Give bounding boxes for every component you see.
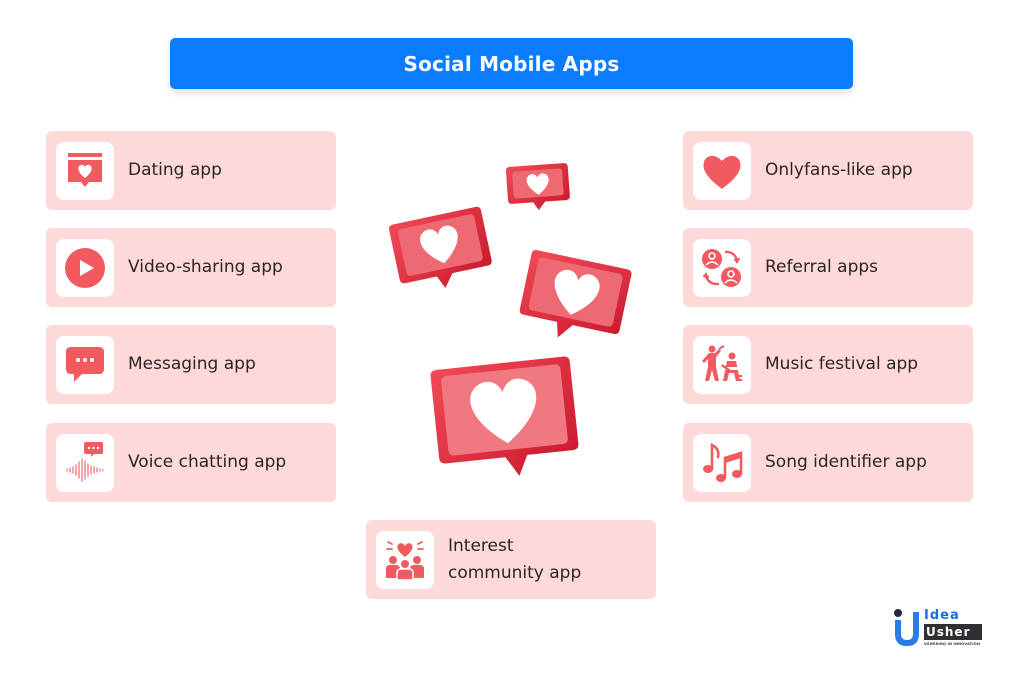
card-label: Voice chatting app bbox=[128, 452, 287, 472]
performers-icon bbox=[693, 335, 751, 394]
heart-bubble-large bbox=[430, 356, 579, 476]
card-dating-app: Dating app bbox=[46, 131, 336, 210]
idea-usher-logo: Idea Usher USHERING IN INNOVATION bbox=[892, 608, 984, 650]
logo-text-usher: Usher bbox=[924, 624, 982, 640]
chat-bubble-icon bbox=[56, 335, 114, 394]
community-heart-icon bbox=[376, 530, 434, 589]
card-messaging-app: Messaging app bbox=[46, 325, 336, 404]
heart-bubble-right bbox=[519, 250, 632, 338]
card-label: Video-sharing app bbox=[128, 257, 283, 277]
logo-text-idea: Idea bbox=[924, 608, 960, 623]
heart-icon bbox=[693, 141, 751, 200]
card-onlyfans-like-app: Onlyfans-like app bbox=[683, 131, 973, 210]
heart-bubble-small bbox=[505, 163, 570, 211]
card-referral-apps: Referral apps bbox=[683, 228, 973, 307]
card-label: Song identifier app bbox=[765, 452, 927, 472]
heart-bubble-left bbox=[389, 206, 492, 288]
title-banner: Social Mobile Apps bbox=[170, 38, 853, 89]
logo-mark-icon bbox=[894, 609, 919, 646]
dating-heart-chat-icon bbox=[56, 141, 114, 200]
play-button-icon bbox=[56, 238, 114, 297]
card-label: Interest community app bbox=[448, 535, 582, 583]
card-label: Music festival app bbox=[765, 354, 919, 374]
card-video-sharing-app: Video-sharing app bbox=[46, 228, 336, 307]
voice-wave-chat-icon bbox=[56, 433, 114, 492]
page-title: Social Mobile Apps bbox=[403, 51, 620, 76]
card-label: Dating app bbox=[128, 160, 222, 180]
heart-bubbles-illustration bbox=[389, 163, 632, 476]
card-label: Onlyfans-like app bbox=[765, 160, 913, 180]
card-music-festival-app: Music festival app bbox=[683, 325, 973, 404]
music-notes-icon bbox=[693, 433, 751, 492]
card-song-identifier-app: Song identifier app bbox=[683, 423, 973, 502]
card-label: Messaging app bbox=[128, 354, 256, 374]
referral-users-icon bbox=[693, 238, 751, 297]
card-voice-chatting-app: Voice chatting app bbox=[46, 423, 336, 502]
card-interest-community-app: Interest community app bbox=[366, 520, 656, 599]
card-label: Referral apps bbox=[765, 257, 879, 277]
logo-tagline: USHERING IN INNOVATION bbox=[924, 642, 981, 646]
